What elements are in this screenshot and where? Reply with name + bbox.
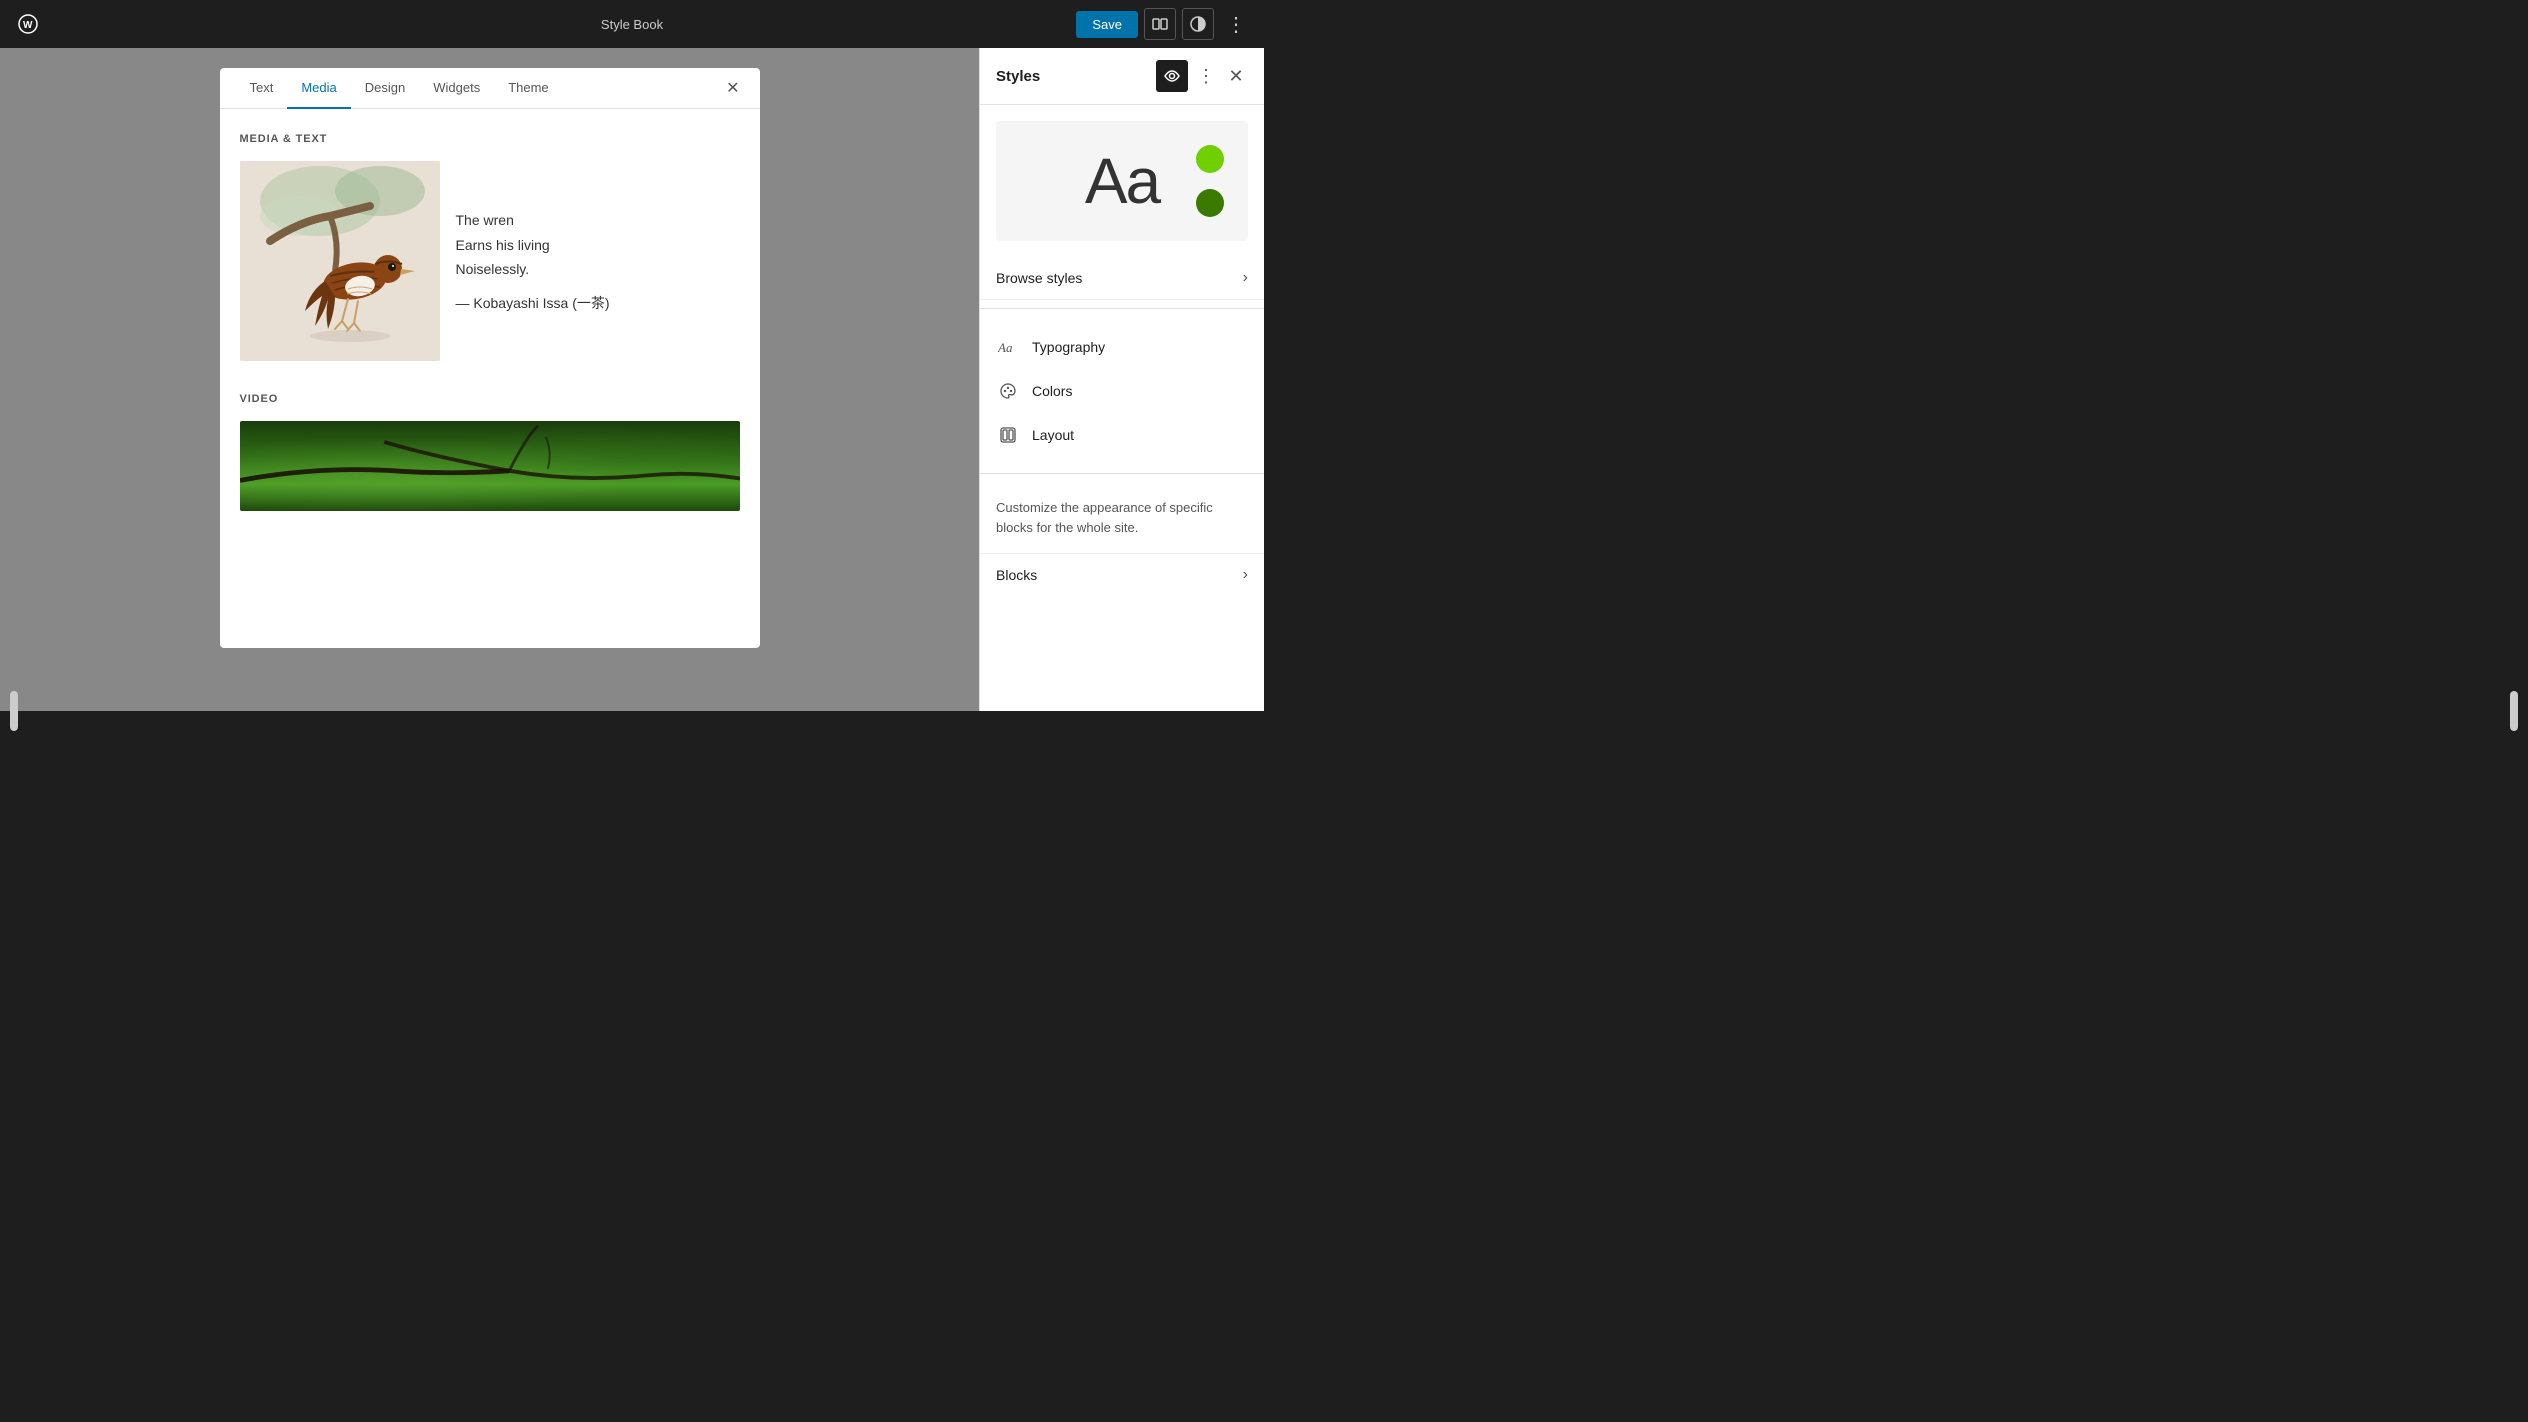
contrast-toggle-button[interactable] xyxy=(1182,8,1214,40)
layout-option-row[interactable]: Layout xyxy=(980,413,1264,457)
color-dot-1 xyxy=(1196,145,1224,173)
scroll-handle-left[interactable] xyxy=(10,691,18,711)
top-bar-actions: Save ⋮ xyxy=(1076,8,1252,40)
poem-line-2: Earns his living xyxy=(456,234,610,256)
style-preview-card: Aa xyxy=(996,121,1248,241)
style-book-panel: Text Media Design Widgets Theme ✕ xyxy=(220,68,760,648)
svg-text:W: W xyxy=(23,20,33,31)
layout-icon xyxy=(996,423,1020,447)
browse-styles-chevron-icon: › xyxy=(1243,269,1248,287)
close-button[interactable]: ✕ xyxy=(722,74,743,102)
colors-label: Colors xyxy=(1032,383,1072,399)
tab-design[interactable]: Design xyxy=(351,68,419,109)
bird-image xyxy=(240,161,440,361)
typography-option-row[interactable]: Aa Typography xyxy=(980,325,1264,369)
eye-button[interactable] xyxy=(1156,60,1188,92)
save-button[interactable]: Save xyxy=(1076,11,1138,38)
top-bar: W Style Book Save ⋮ xyxy=(0,0,1264,48)
colors-icon xyxy=(996,379,1020,403)
typography-icon: Aa xyxy=(996,335,1020,359)
divider-1 xyxy=(980,308,1264,309)
sidebar-header-actions: ⋮ ✕ xyxy=(1156,60,1248,92)
tab-text[interactable]: Text xyxy=(236,68,288,109)
video-section: VIDEO xyxy=(240,393,740,511)
typography-label: Typography xyxy=(1032,339,1105,355)
sidebar-close-button[interactable]: ✕ xyxy=(1224,64,1248,88)
sidebar-more-button[interactable]: ⋮ xyxy=(1194,64,1218,88)
poem-text: The wren Earns his living Noiselessly. —… xyxy=(456,161,610,361)
color-dot-2 xyxy=(1196,189,1224,217)
divider-2 xyxy=(980,473,1264,474)
customize-text: Customize the appearance of specific blo… xyxy=(996,500,1213,535)
layout-toggle-button[interactable] xyxy=(1144,8,1176,40)
customize-text-area: Customize the appearance of specific blo… xyxy=(980,482,1264,553)
tab-widgets[interactable]: Widgets xyxy=(419,68,494,109)
browse-styles-label: Browse styles xyxy=(996,270,1243,286)
svg-text:Aa: Aa xyxy=(998,340,1013,355)
poem-line-1: The wren xyxy=(456,209,610,231)
video-section-label: VIDEO xyxy=(240,393,740,405)
page-title: Style Book xyxy=(601,17,663,32)
wp-logo: W xyxy=(12,8,44,40)
media-text-section-label: MEDIA & TEXT xyxy=(240,133,740,145)
poem-author: — Kobayashi Issa (一茶) xyxy=(456,293,610,313)
style-book-content: MEDIA & TEXT xyxy=(220,109,760,535)
aa-preview-text: Aa xyxy=(1085,144,1159,218)
tab-bar: Text Media Design Widgets Theme ✕ xyxy=(220,68,760,109)
layout-label: Layout xyxy=(1032,427,1074,443)
tab-theme[interactable]: Theme xyxy=(494,68,562,109)
poem-line-3: Noiselessly. xyxy=(456,258,610,280)
blocks-label: Blocks xyxy=(996,567,1243,583)
tab-media[interactable]: Media xyxy=(287,68,350,109)
style-options: Aa Typography Colors xyxy=(980,317,1264,465)
content-area: Text Media Design Widgets Theme ✕ xyxy=(0,48,979,711)
sidebar-title: Styles xyxy=(996,68,1156,85)
video-thumbnail xyxy=(240,421,740,511)
colors-option-row[interactable]: Colors xyxy=(980,369,1264,413)
browse-styles-row[interactable]: Browse styles › xyxy=(980,257,1264,300)
media-text-block: The wren Earns his living Noiselessly. —… xyxy=(240,161,740,361)
main-layout: Text Media Design Widgets Theme ✕ xyxy=(0,48,1264,711)
right-sidebar: Styles ⋮ ✕ Aa Browse styles › xyxy=(979,48,1264,711)
blocks-row[interactable]: Blocks › xyxy=(980,553,1264,596)
sidebar-header: Styles ⋮ ✕ xyxy=(980,48,1264,105)
blocks-chevron-icon: › xyxy=(1243,566,1248,584)
more-options-button[interactable]: ⋮ xyxy=(1220,8,1252,40)
